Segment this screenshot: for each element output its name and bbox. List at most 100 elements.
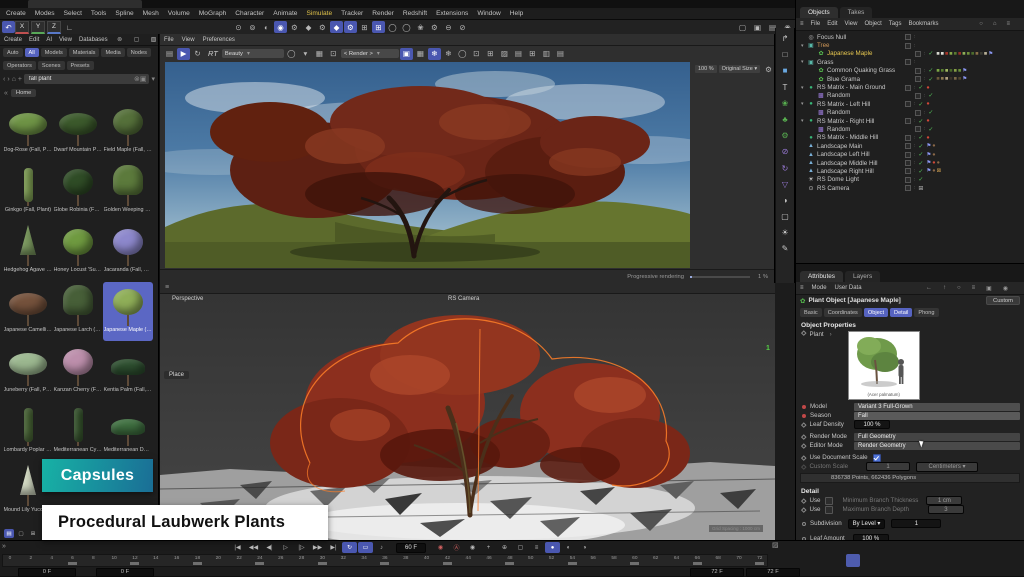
anim-marker[interactable] xyxy=(801,330,806,335)
object-row[interactable]: ▲ Landscape Left Hill ∶ ✓ ⚑● xyxy=(796,150,1024,158)
object-name[interactable]: RS Matrix - Right Hill xyxy=(817,118,905,125)
attribute-tab[interactable]: Basic xyxy=(800,308,822,317)
model-dropdown[interactable]: Variant 3 Full-Grown xyxy=(854,403,1020,411)
browser-panel-icon[interactable]: ⊚ xyxy=(115,34,125,46)
enable-checkbox[interactable] xyxy=(905,101,911,107)
keying-icon[interactable]: ◉ xyxy=(433,542,448,553)
object-tag-icon[interactable]: ● xyxy=(926,101,929,107)
object-tag-icon[interactable]: ■ xyxy=(936,51,939,57)
object-row[interactable]: ☀ RS Dome Light ∶ ✓ xyxy=(796,176,1024,184)
om-menu-view[interactable]: View xyxy=(845,21,858,27)
object-tag-icon[interactable]: ■ xyxy=(949,76,952,82)
panel-tab[interactable]: Objects xyxy=(800,7,838,18)
object-tag-icon[interactable]: ● xyxy=(926,135,929,141)
visibility-dots[interactable]: ∶ xyxy=(924,51,925,57)
palette-icon[interactable]: ◑ xyxy=(778,194,792,207)
plant-asset[interactable]: Dwarf Mountain Pine (... xyxy=(53,102,103,161)
anim-marker[interactable] xyxy=(801,443,806,448)
am-nav-icon[interactable]: ▣ xyxy=(986,285,992,292)
toolbar-icon[interactable]: ⊙ xyxy=(232,21,245,33)
object-row[interactable]: ✿ Common Quaking Grass ∶ ✓ ■■■■■■⚑ xyxy=(796,67,1024,75)
visibility-dots[interactable]: ∶ xyxy=(914,59,915,65)
render-check-icon[interactable]: ✓ xyxy=(918,134,926,141)
rt-toolbar-icon[interactable]: ◯ xyxy=(285,48,298,60)
toolbar-icon[interactable]: ⊘ xyxy=(456,21,469,33)
menu-item[interactable]: Tracker xyxy=(341,10,363,17)
anim-marker[interactable] xyxy=(802,522,806,526)
visibility-dots[interactable]: ∶ xyxy=(914,152,915,158)
window-icon[interactable]: ▣ xyxy=(751,21,764,33)
forward-icon[interactable]: › xyxy=(7,76,9,83)
keying-icon[interactable]: ● xyxy=(545,542,560,553)
object-tag-icon[interactable]: ■ xyxy=(954,51,957,57)
object-tag-icon[interactable]: ■ xyxy=(945,51,948,57)
rt-toolbar-icon[interactable]: ◯ xyxy=(456,48,469,60)
visibility-dots[interactable]: ∶ xyxy=(914,143,915,149)
browser-menu-create[interactable]: Create xyxy=(4,37,22,43)
transport-button[interactable]: ▷ xyxy=(278,542,293,553)
palette-icon[interactable]: ☀ xyxy=(778,226,792,239)
object-row[interactable]: ✿ Japanese Maple ∶ ✓ ■■■■■■■■■■■■⚑ xyxy=(796,50,1024,58)
workplane-icon[interactable]: ∟ xyxy=(63,21,76,33)
enable-checkbox[interactable] xyxy=(905,160,911,166)
object-tag-icon[interactable]: ■ xyxy=(949,68,952,74)
menu-item[interactable]: Spline xyxy=(115,10,133,17)
viewport-view-label[interactable]: Perspective xyxy=(172,296,203,302)
browser-panel-icon[interactable]: ▧ xyxy=(149,34,159,46)
timeline-expand-icon[interactable]: » xyxy=(2,543,6,550)
object-tag-icon[interactable]: ⚑ xyxy=(926,152,931,158)
toolbar-icon[interactable]: ⚙ xyxy=(344,21,357,33)
render-check-icon[interactable]: ✓ xyxy=(918,151,926,158)
enable-checkbox[interactable] xyxy=(905,43,911,49)
am-menu-userdata[interactable]: User Data xyxy=(835,285,862,291)
toolbar-icon[interactable]: ◯ xyxy=(400,21,413,33)
use-min-branch-checkbox[interactable] xyxy=(825,497,833,505)
use-max-branch-checkbox[interactable] xyxy=(825,506,833,514)
object-tag-icon[interactable]: ■ xyxy=(949,51,952,57)
am-nav-icon[interactable]: ○ xyxy=(957,285,961,292)
transport-button[interactable]: ↻ xyxy=(342,542,357,553)
plant-asset[interactable]: Lombardy Poplar (Fall... xyxy=(3,402,53,461)
render-check-icon[interactable]: ✓ xyxy=(928,76,936,83)
plant-asset[interactable]: Ginkgo (Fall, Plant) xyxy=(3,162,53,221)
object-tag-icon[interactable]: ■ xyxy=(954,76,957,82)
object-tag-icon[interactable]: ■ xyxy=(936,68,939,74)
object-tag-icon[interactable]: ● xyxy=(926,85,929,91)
object-tag-icon[interactable]: ■ xyxy=(945,68,948,74)
object-tag-icon[interactable]: ■ xyxy=(958,68,961,74)
object-tag-icon[interactable]: ● xyxy=(932,168,935,174)
object-tag-icon[interactable]: ■ xyxy=(980,51,983,57)
rt-toolbar-icon[interactable]: ⊡ xyxy=(327,48,340,60)
rt-toolbar-icon[interactable]: ⊡ xyxy=(470,48,483,60)
browser-menu-view[interactable]: View xyxy=(59,37,72,43)
palette-icon[interactable]: ✎ xyxy=(778,242,792,255)
beauty-dropdown[interactable]: Beauty▾ xyxy=(222,49,284,58)
object-name[interactable]: Landscape Main xyxy=(817,143,905,150)
object-tag-icon[interactable]: ⚑ xyxy=(926,168,931,174)
render-canvas[interactable] xyxy=(165,62,690,268)
menu-item[interactable]: MoGraph xyxy=(199,10,227,17)
enable-checkbox[interactable] xyxy=(905,168,911,174)
visibility-dots[interactable]: ∶ xyxy=(924,110,925,116)
transport-button[interactable]: |▷ xyxy=(294,542,309,553)
object-tag-icon[interactable]: ■ xyxy=(958,51,961,57)
browser-library-tab[interactable]: Scenes xyxy=(38,61,65,70)
object-name[interactable]: Blue Grama xyxy=(827,76,915,83)
browser-status-icon[interactable]: ⊞ xyxy=(28,529,38,538)
hamburger-icon[interactable]: ≡ xyxy=(800,285,804,291)
enable-checkbox[interactable] xyxy=(905,135,911,141)
object-tag-icon[interactable]: ⚑ xyxy=(926,143,931,149)
browser-filter-tab[interactable]: All xyxy=(25,48,39,57)
toolbar-icon[interactable]: ⊖ xyxy=(442,21,455,33)
enable-checkbox[interactable] xyxy=(915,110,921,116)
axis-z-button[interactable]: Z xyxy=(47,21,61,34)
object-tag-icon[interactable]: ● xyxy=(932,143,935,149)
object-name[interactable]: Random xyxy=(827,109,915,116)
rt-toolbar-icon[interactable]: ▨ xyxy=(498,48,511,60)
render-check-icon[interactable]: ✓ xyxy=(928,50,936,57)
menu-item[interactable]: Extensions xyxy=(436,10,468,17)
render-check-icon[interactable]: ✓ xyxy=(918,160,926,167)
use-document-scale-checkbox[interactable] xyxy=(873,454,881,462)
rt-toolbar-icon[interactable]: ▦ xyxy=(313,48,326,60)
am-nav-icon[interactable]: ↑ xyxy=(943,285,946,292)
